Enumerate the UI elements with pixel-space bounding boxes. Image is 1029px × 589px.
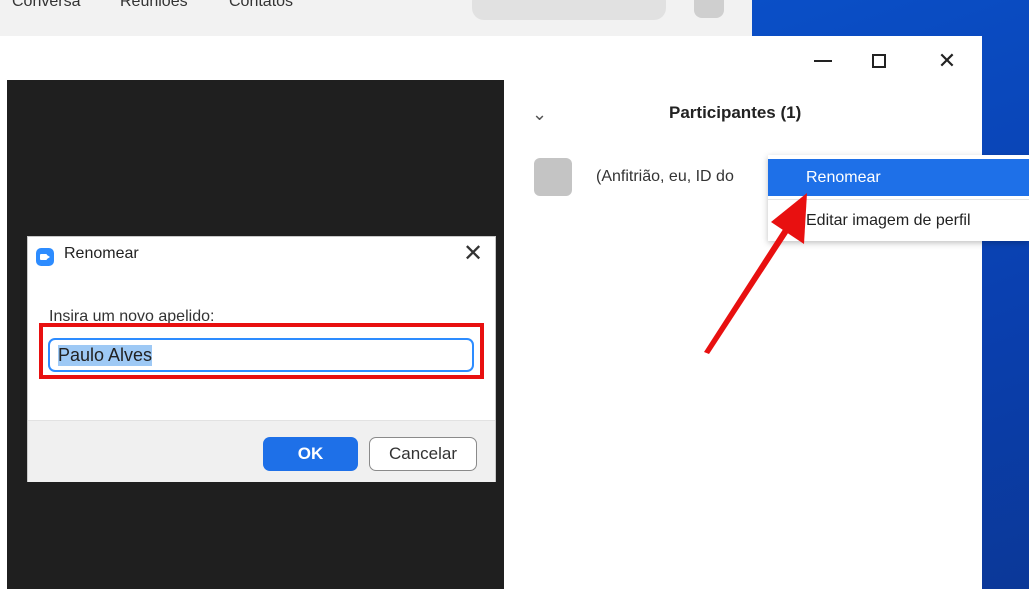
cancel-button[interactable]: Cancelar (369, 437, 477, 471)
main-tab-bar: Conversa Reuniões Contatos (0, 0, 752, 37)
panel-title: Participantes (1) (669, 103, 802, 122)
close-icon: ✕ (937, 48, 957, 73)
participant-name[interactable]: (Anfitrião, eu, ID do (596, 168, 734, 186)
minimize-icon (814, 60, 832, 62)
dialog-footer: OK Cancelar (28, 420, 495, 482)
dialog-close-button[interactable]: ✕ (460, 239, 486, 269)
ok-button[interactable]: OK (263, 437, 358, 471)
maximize-button[interactable] (861, 46, 897, 76)
tab-conversa[interactable]: Conversa (12, 0, 80, 11)
menu-item-renomear[interactable]: Renomear (768, 159, 1029, 196)
menu-item-editar-imagem[interactable]: Editar imagem de perfil (768, 202, 1029, 239)
tab-reunioes[interactable]: Reuniões (120, 0, 188, 11)
maximize-icon (872, 54, 886, 68)
rename-dialog: Renomear ✕ Insira um novo apelido: OK Ca… (28, 237, 495, 482)
zoom-camera-icon (36, 248, 54, 266)
participant-avatar (534, 158, 572, 196)
search-box[interactable] (472, 0, 666, 20)
participant-context-menu: Renomear Editar imagem de perfil (768, 155, 1029, 241)
window-close-button[interactable]: ✕ (929, 46, 965, 76)
menu-divider (768, 199, 1029, 200)
nickname-input[interactable] (48, 338, 474, 372)
minimize-button[interactable] (805, 46, 841, 76)
profile-avatar[interactable] (694, 0, 724, 18)
tab-contatos[interactable]: Contatos (229, 0, 293, 11)
chevron-down-icon[interactable]: ⌄ (532, 104, 547, 125)
dialog-title: Renomear (64, 245, 139, 262)
